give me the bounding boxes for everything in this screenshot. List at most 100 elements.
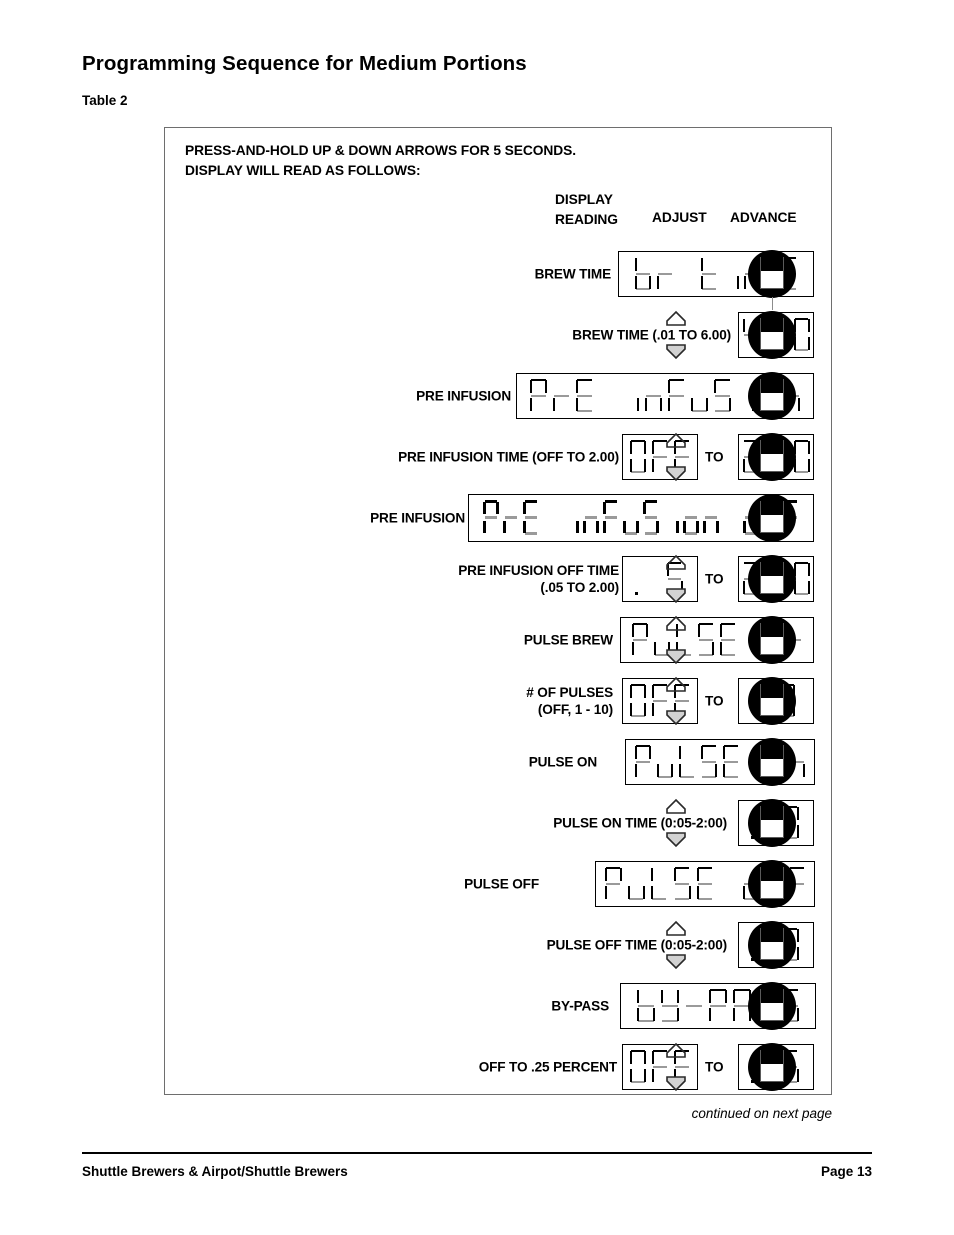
- lcd-segment-char: [698, 257, 720, 290]
- lcd-segment-char: [627, 684, 649, 717]
- table-label: Table 2: [82, 93, 128, 108]
- arrow-down-icon[interactable]: [665, 831, 687, 848]
- brew-cup-icon: [760, 500, 784, 533]
- arrow-down-icon[interactable]: [665, 648, 687, 665]
- arrow-up-icon[interactable]: [665, 920, 687, 937]
- lcd-segment-char: [654, 745, 676, 778]
- row-label: PULSE ON: [528, 754, 597, 769]
- advance-button[interactable]: [748, 981, 796, 1030]
- lcd-segment-char: [601, 500, 621, 535]
- brew-cup-icon: [760, 866, 784, 899]
- lcd-segment-char: [717, 867, 740, 900]
- advance-button[interactable]: [748, 310, 796, 359]
- arrow-up-icon[interactable]: [665, 615, 687, 632]
- arrow-down-icon[interactable]: [665, 343, 687, 360]
- lcd-segment-char: [688, 379, 711, 412]
- advance-button[interactable]: [748, 798, 796, 847]
- table-row: PRE INFUSION: [165, 365, 833, 426]
- adjust-arrows[interactable]: [665, 798, 687, 848]
- lcd-segment-char: [721, 500, 741, 535]
- advance-button[interactable]: [748, 249, 796, 298]
- lcd-segment-char: [634, 989, 658, 1022]
- table-row: OFF TO .25 PERCENT TO: [165, 1036, 833, 1097]
- advance-button[interactable]: [748, 920, 796, 969]
- lcd-segment-char: [632, 745, 654, 778]
- brew-cup-icon: [760, 805, 784, 838]
- continued-note: continued on next page: [691, 1106, 832, 1121]
- advance-button[interactable]: [748, 432, 796, 481]
- lcd-segment-char: [632, 257, 654, 290]
- range-separator-label: TO: [705, 693, 724, 708]
- advance-button[interactable]: [748, 737, 796, 786]
- lcd-segment-char: [720, 745, 742, 778]
- lcd-segment-char: [682, 989, 706, 1022]
- instructions-text: PRESS-AND-HOLD UP & DOWN ARROWS FOR 5 SE…: [185, 143, 576, 178]
- advance-button[interactable]: [748, 859, 796, 908]
- row-label: PULSE OFF: [464, 876, 539, 891]
- arrow-up-icon[interactable]: [665, 432, 687, 449]
- page-title: Programming Sequence for Medium Portions: [82, 52, 527, 75]
- table-row: # OF PULSES (OFF, 1 - 10) TO: [165, 670, 833, 731]
- arrow-up-icon[interactable]: [665, 310, 687, 327]
- arrow-down-icon[interactable]: [665, 465, 687, 482]
- lcd-segment-char: [581, 500, 601, 535]
- lcd-segment-char: [527, 379, 550, 412]
- adjust-arrows[interactable]: [665, 676, 687, 726]
- arrow-up-icon[interactable]: [665, 554, 687, 571]
- lcd-segment-char: [676, 745, 698, 778]
- lcd-segment-char: [641, 500, 661, 535]
- brew-cup-icon: [760, 683, 784, 716]
- lcd-segment-char: [573, 379, 596, 412]
- arrow-up-icon[interactable]: [665, 1042, 687, 1059]
- lcd-segment-char: [629, 623, 651, 656]
- lcd-segment-char: [720, 257, 742, 290]
- brew-cup-icon: [760, 378, 784, 411]
- lcd-segment-char: [698, 745, 720, 778]
- arrow-down-icon[interactable]: [665, 709, 687, 726]
- lcd-segment-char: [481, 500, 501, 535]
- adjust-arrows[interactable]: [665, 615, 687, 665]
- lcd-segment-char: [627, 440, 649, 473]
- arrow-up-icon[interactable]: [665, 798, 687, 815]
- arrow-down-icon[interactable]: [665, 953, 687, 970]
- advance-button[interactable]: [748, 371, 796, 420]
- lcd-segment-char: [596, 379, 619, 412]
- advance-button[interactable]: [748, 1042, 796, 1091]
- adjust-arrows[interactable]: [665, 920, 687, 970]
- adjust-arrows[interactable]: [665, 1042, 687, 1092]
- advance-button[interactable]: [748, 554, 796, 603]
- lcd-decimal-point: [634, 562, 642, 595]
- row-label: OFF TO .25 PERCENT: [478, 1059, 617, 1074]
- lcd-segment-char: [658, 989, 682, 1022]
- column-header-advance: ADVANCE: [730, 210, 797, 225]
- lcd-segment-char: [642, 562, 664, 595]
- footer-page-number: Page 13: [820, 1164, 872, 1179]
- adjust-arrows[interactable]: [665, 432, 687, 482]
- lcd-segment-char: [701, 500, 721, 535]
- table-row: PRE INFUSION OFF TIME (.05 TO 2.00) TO: [165, 548, 833, 609]
- arrow-down-icon[interactable]: [665, 587, 687, 604]
- brew-cup-icon: [760, 622, 784, 655]
- advance-button[interactable]: [748, 676, 796, 725]
- lcd-segment-char: [521, 500, 541, 535]
- lcd-segment-char: [561, 500, 581, 535]
- adjust-arrows[interactable]: [665, 310, 687, 360]
- lcd-segment-char: [661, 500, 681, 535]
- range-separator-label: TO: [705, 1059, 724, 1074]
- adjust-arrows[interactable]: [665, 554, 687, 604]
- advance-button[interactable]: [748, 493, 796, 542]
- row-label: PRE INFUSION: [370, 510, 465, 525]
- lcd-segment-char: [602, 867, 625, 900]
- column-header-adjust: ADJUST: [652, 210, 707, 225]
- lcd-segment-char: [681, 500, 701, 535]
- range-separator-label: TO: [705, 571, 724, 586]
- advance-button[interactable]: [748, 615, 796, 664]
- programming-sequence-table: PRESS-AND-HOLD UP & DOWN ARROWS FOR 5 SE…: [164, 127, 832, 1095]
- lcd-segment-char: [648, 867, 671, 900]
- lcd-segment-char: [717, 623, 739, 656]
- lcd-segment-char: [711, 379, 734, 412]
- arrow-down-icon[interactable]: [665, 1075, 687, 1092]
- lcd-segment-char: [694, 867, 717, 900]
- arrow-up-icon[interactable]: [665, 676, 687, 693]
- range-separator-label: TO: [705, 449, 724, 464]
